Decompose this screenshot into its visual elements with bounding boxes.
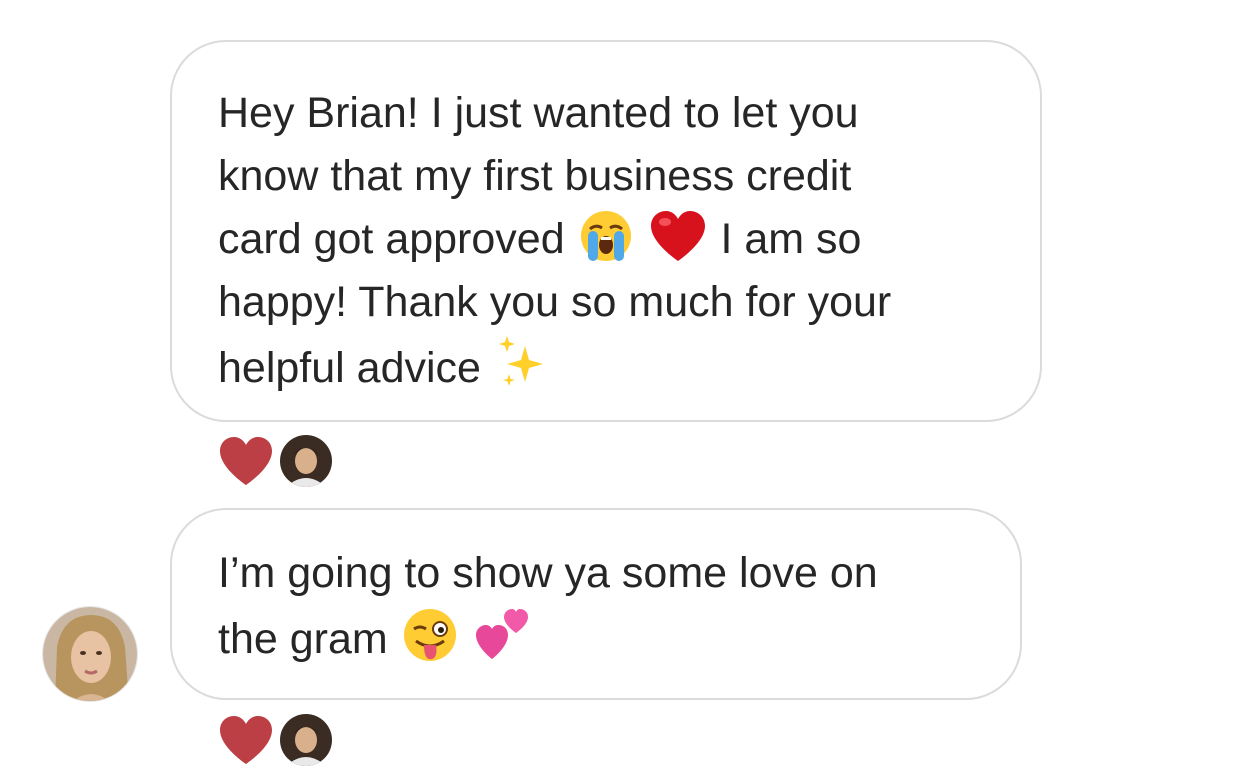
message-text: the gram bbox=[218, 615, 388, 663]
reactor-avatar[interactable] bbox=[280, 435, 332, 487]
winking-tongue-face-emoji bbox=[402, 607, 458, 681]
message-line: I’m going to show ya some love on bbox=[218, 549, 878, 597]
message-text: helpful advice bbox=[218, 344, 481, 392]
two-hearts-emoji bbox=[474, 605, 532, 681]
heart-icon bbox=[220, 437, 272, 485]
sparkles-emoji bbox=[495, 334, 553, 410]
message-line: Hey Brian! I just wanted to let you bbox=[218, 89, 859, 137]
message-line: happy! Thank you so much for your bbox=[218, 278, 892, 326]
message-text: card got approved bbox=[218, 215, 565, 263]
heart-icon bbox=[220, 716, 272, 764]
message-line: the gram bbox=[218, 605, 1020, 668]
message-text: I am so bbox=[720, 215, 862, 263]
message-bubble[interactable]: Hey Brian! I just wanted to let you know… bbox=[170, 40, 1042, 422]
message-bubble[interactable]: I’m going to show ya some love on the gr… bbox=[170, 508, 1022, 700]
reactor-avatar[interactable] bbox=[280, 714, 332, 766]
message-reactions[interactable] bbox=[218, 714, 332, 766]
sender-avatar[interactable] bbox=[42, 606, 138, 702]
message-line: helpful advice bbox=[218, 334, 1040, 397]
message-line: know that my first business credit bbox=[218, 152, 852, 200]
message-line: card got approved I am so bbox=[218, 208, 1040, 271]
message-reactions[interactable] bbox=[218, 435, 332, 487]
